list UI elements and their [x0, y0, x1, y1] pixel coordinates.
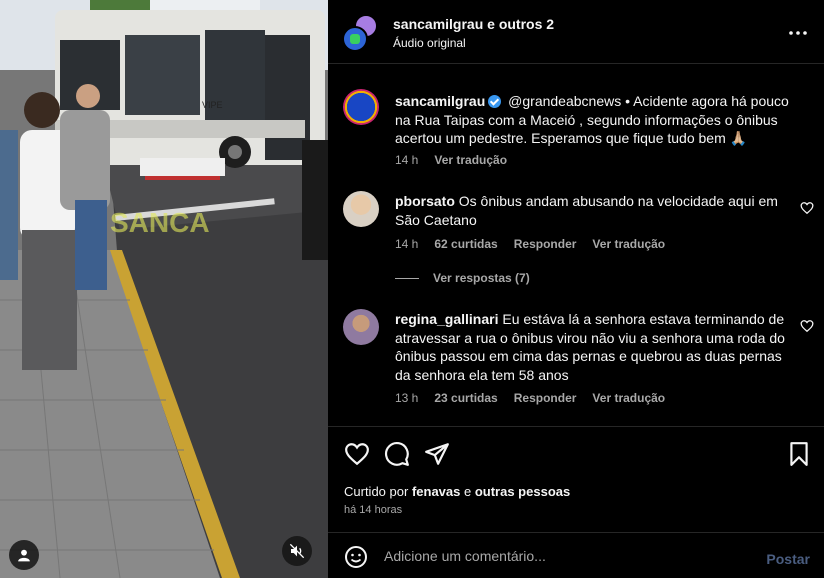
liked-by-others[interactable]: outras pessoas: [475, 484, 570, 499]
more-options-button[interactable]: [786, 21, 810, 45]
liked-by-prefix: Curtido por: [344, 484, 409, 499]
tagged-users-button[interactable]: [9, 540, 39, 570]
translate-link[interactable]: Ver tradução: [592, 391, 665, 405]
caption-meta: 14 h Ver tradução: [395, 153, 507, 167]
comment-likes[interactable]: 23 curtidas: [434, 391, 497, 405]
caption-text-block: sancamilgrau @grandeabcnews • Acidente a…: [395, 92, 793, 148]
comment-likes[interactable]: 62 curtidas: [434, 237, 497, 251]
avatar: [342, 26, 368, 52]
like-comment-heart-icon[interactable]: [800, 319, 814, 333]
like-heart-icon[interactable]: [344, 441, 370, 467]
post-comment-button[interactable]: Postar: [766, 551, 810, 567]
comment-meta: 14 h 62 curtidas Responder Ver tradução: [395, 237, 665, 251]
video-watermark: SANCA: [110, 207, 210, 238]
user-icon: [18, 549, 30, 562]
like-comment-heart-icon[interactable]: [800, 201, 814, 215]
comments-list: sancamilgrau @grandeabcnews • Acidente a…: [328, 65, 824, 427]
comment-text-block: pborsato Os ônibus andam abusando na vel…: [395, 192, 793, 229]
liked-by: Curtido por fenavas e outras pessoas: [344, 484, 570, 499]
reply-button[interactable]: Responder: [514, 391, 577, 405]
avatar[interactable]: [343, 309, 379, 345]
comment-time[interactable]: 14 h: [395, 237, 418, 251]
comment-bubble-icon[interactable]: [384, 441, 410, 467]
action-bar: [328, 428, 824, 480]
replies-divider: [395, 277, 419, 279]
more-horizontal-icon: [789, 31, 807, 35]
volume-muted-icon: [289, 543, 305, 559]
bus-sign: VIPE: [202, 100, 223, 110]
translate-link[interactable]: Ver tradução: [434, 153, 507, 167]
collab-avatars[interactable]: [342, 14, 378, 52]
collaborators-link[interactable]: e outros 2: [487, 16, 554, 32]
video-frame: VIPE SANCA: [0, 0, 328, 578]
verified-badge-icon: [488, 95, 502, 108]
post-panel: sancamilgrau e outros 2 Áudio original s…: [328, 0, 824, 578]
audio-link[interactable]: Áudio original: [393, 36, 466, 50]
post-timestamp[interactable]: há 14 horas: [344, 504, 402, 516]
comment-username[interactable]: pborsato: [395, 193, 455, 209]
mute-button[interactable]: [282, 536, 312, 566]
post-header: sancamilgrau e outros 2 Áudio original: [328, 0, 824, 64]
share-send-icon[interactable]: [424, 441, 450, 467]
avatar[interactable]: [343, 191, 379, 227]
view-replies-label: Ver respostas (7): [433, 271, 530, 285]
comment-meta: 13 h 23 curtidas Responder Ver tradução: [395, 391, 665, 405]
reel-video[interactable]: VIPE SANCA: [0, 0, 328, 578]
save-bookmark-icon[interactable]: [786, 441, 812, 467]
comment-username[interactable]: regina_gallinari: [395, 311, 498, 327]
liked-by-user[interactable]: fenavas: [412, 484, 460, 499]
post-owner: sancamilgrau e outros 2: [393, 16, 554, 32]
view-replies-button[interactable]: Ver respostas (7): [395, 271, 530, 285]
comment-time[interactable]: 13 h: [395, 391, 418, 405]
emoji-icon[interactable]: [344, 545, 368, 569]
translate-link[interactable]: Ver tradução: [592, 237, 665, 251]
caption-username[interactable]: sancamilgrau: [395, 93, 485, 109]
avatar[interactable]: [343, 89, 379, 125]
comment-text-block: regina_gallinari Eu estáva lá a senhora …: [395, 310, 793, 384]
reply-button[interactable]: Responder: [514, 237, 577, 251]
comment-input[interactable]: [384, 543, 754, 569]
liked-by-joiner: e: [463, 484, 472, 499]
owner-username[interactable]: sancamilgrau: [393, 16, 483, 32]
caption-time[interactable]: 14 h: [395, 153, 418, 167]
comment-composer: Postar: [328, 532, 824, 578]
